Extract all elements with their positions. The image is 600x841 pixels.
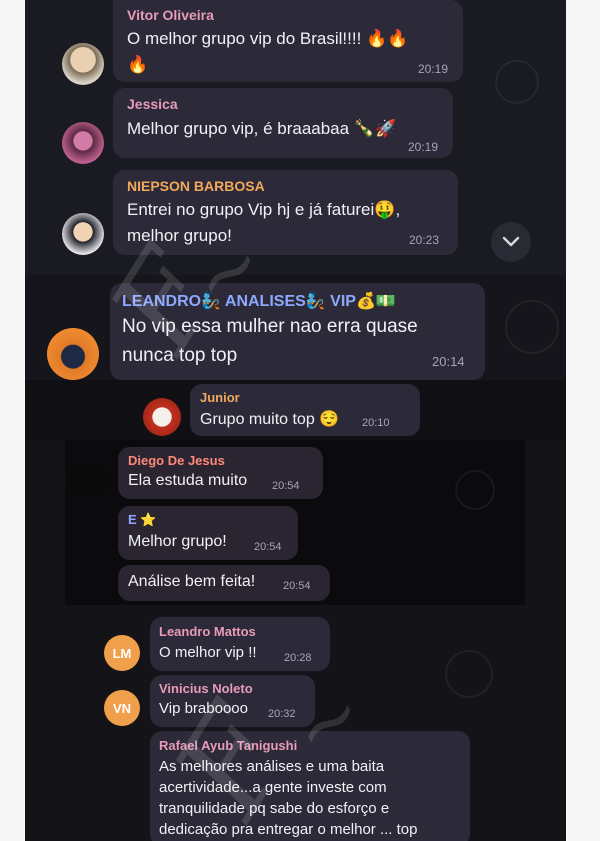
avatar[interactable] [62,122,104,164]
background-doodle [495,60,539,104]
sender-name: E ⭐ [128,512,157,527]
avatar[interactable] [62,43,104,85]
avatar[interactable]: LM [104,635,140,671]
message-bubble: Leandro Mattos O melhor vip !! 20:28 [150,617,330,671]
avatar-initials: VN [112,700,132,716]
message-time: 20:54 [254,541,282,553]
message-bubble: E ⭐ Melhor grupo! 20:54 [118,506,298,560]
avatar[interactable]: VN [104,690,140,726]
chevron-down-icon [502,236,520,247]
avatar[interactable] [62,213,104,255]
sender-name: NIEPSON BARBOSA [127,178,265,194]
sender-name: Junior [200,390,240,405]
message-time: 20:19 [408,140,439,154]
message-bubble: Vinicius Noleto Vip braboooo 20:32 [150,675,315,727]
background-doodle [505,300,559,354]
scroll-down-button[interactable] [491,222,531,262]
message-bubble: LEANDRO🧞 ANALISES🧞 VIP💰💵 No vip essa mul… [110,283,485,380]
message-text: As melhores análises e uma baita [159,758,385,775]
message-text: dedicação pra entregar o melhor ... top [159,821,418,838]
message-text: tranquilidade pq sabe do esforço e [159,800,390,817]
sender-name: Rafael Ayub Tanigushi [159,738,298,753]
sender-name: Vinicius Noleto [159,681,253,696]
sender-name: Leandro Mattos [159,624,256,639]
message-time: 20:54 [272,480,300,492]
message-bubble: NIEPSON BARBOSA Entrei no grupo Vip hj e… [113,170,458,255]
message-text: Grupo muito top 😌 [200,411,340,428]
message-text: nunca top top [122,345,238,366]
message-bubble: Vitor Oliveira O melhor grupo vip do Bra… [113,0,463,82]
chat-screenshot: Vitor Oliveira O melhor grupo vip do Bra… [25,0,566,841]
message-text: Vip braboooo [159,700,248,717]
background-doodle [445,650,493,698]
avatar[interactable] [47,328,99,380]
message-text: No vip essa mulher nao erra quase [122,316,418,337]
message-time: 20:54 [283,580,311,592]
message-bubble: Jessica Melhor grupo vip, é braaabaa 🍾🚀 … [113,88,453,158]
sender-name: LEANDRO🧞 ANALISES🧞 VIP💰💵 [122,293,396,310]
message-time: 20:32 [268,708,296,720]
avatar-initials: LM [112,645,132,661]
sender-name: Diego De Jesus [128,453,225,468]
message-text: O melhor vip !! [159,644,257,661]
message-text: O melhor grupo vip do Brasil!!!! 🔥🔥 [127,29,409,48]
message-text: Entrei no grupo Vip hj e já faturei🤑, [127,200,401,219]
message-text: acertividade...a gente investe com [159,779,387,796]
message-bubble: Diego De Jesus Ela estuda muito 20:54 [118,447,323,499]
message-time: 20:14 [432,354,465,369]
message-text: Análise bem feita! [128,573,256,590]
message-time: 20:10 [362,417,390,429]
avatar[interactable] [67,468,107,492]
message-bubble: Análise bem feita! 20:54 [118,565,330,601]
message-text: melhor grupo! [127,226,232,245]
message-text: Melhor grupo vip, é braaabaa 🍾🚀 [127,119,397,138]
message-bubble: Junior Grupo muito top 😌 20:10 [190,384,420,436]
message-text: Melhor grupo! [128,533,227,550]
sender-name: Vitor Oliveira [127,7,214,23]
message-time: 20:28 [284,652,312,664]
sender-name: Jessica [127,96,178,112]
background-doodle [455,470,495,510]
message-text: Ela estuda muito [128,472,248,489]
avatar[interactable] [143,398,181,436]
message-bubble: Rafael Ayub Tanigushi As melhores anális… [150,731,470,841]
message-text: 🔥 [127,55,149,74]
message-time: 20:19 [418,62,449,76]
message-time: 20:23 [409,233,440,247]
